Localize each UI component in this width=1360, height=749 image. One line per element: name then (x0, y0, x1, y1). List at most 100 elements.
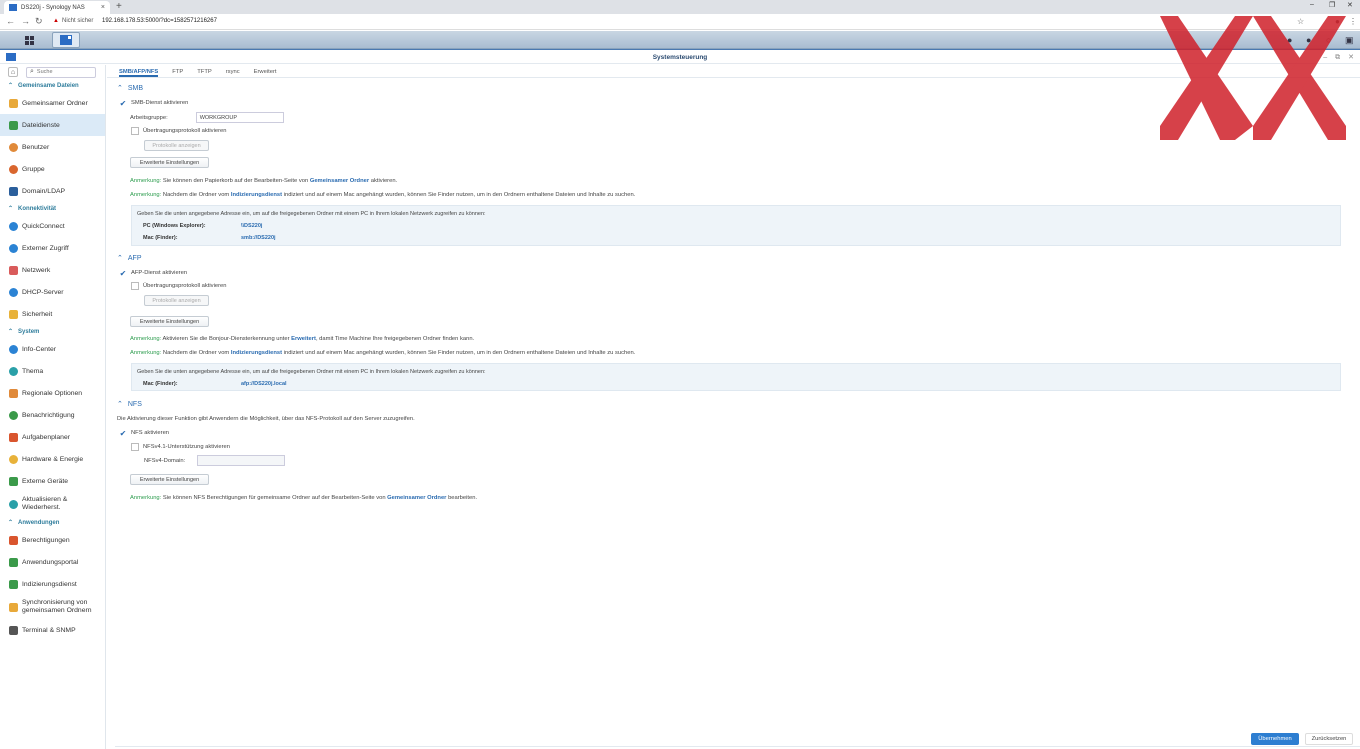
nfsv41-label: NFSv4.1-Unterstützung aktivieren (143, 444, 230, 450)
indexing-service-link[interactable]: Indizierungsdienst (231, 350, 282, 356)
control-panel-taskbar-button[interactable] (52, 32, 80, 48)
nfsv41-checkbox[interactable] (131, 443, 139, 451)
tab-smb-afp-nfs[interactable]: SMB/AFP/NFS (119, 65, 159, 77)
sidebar-item-label: Indizierungsdienst (22, 580, 77, 588)
main-panel: SMB/AFP/NFS FTP TFTP rsync Erweitert ⌃ SM… (107, 65, 1360, 749)
sidebar-item-hardware-power[interactable]: Hardware & Energie (0, 448, 105, 470)
sidebar-item-group[interactable]: Gruppe (0, 158, 105, 180)
search-icon[interactable]: ○ (1326, 35, 1331, 45)
advanced-link[interactable]: Erweitert (291, 336, 316, 342)
mac-address: smb://DS220j (241, 235, 276, 241)
sidebar-item-dhcp-server[interactable]: DHCP-Server (0, 281, 105, 303)
sidebar-item-quickconnect[interactable]: QuickConnect (0, 215, 105, 237)
apply-button[interactable]: Übernehmen (1251, 733, 1299, 745)
section-label: System (18, 328, 40, 335)
profile-icon[interactable]: ● (1335, 17, 1340, 26)
reload-icon[interactable]: ↻ (35, 16, 43, 27)
menu-icon[interactable]: ⋮ (1349, 17, 1357, 26)
section-applications[interactable]: ⌃ Anwendungen (0, 516, 105, 529)
sidebar-item-security[interactable]: Sicherheit (0, 303, 105, 325)
tab-rsync[interactable]: rsync (226, 65, 240, 77)
sidebar-item-task-scheduler[interactable]: Aufgabenplaner (0, 426, 105, 448)
quickconnect-icon (9, 221, 18, 231)
browser-tab[interactable]: DS220j - Synology NAS × (4, 1, 110, 14)
shield-icon (9, 309, 18, 319)
address-bar: ← → ↻ ▲ Nicht sicher 192.168.178.53:5000… (0, 14, 1360, 30)
sidebar-item-info-center[interactable]: Info-Center (0, 338, 105, 360)
sidebar-item-shared-folder[interactable]: Gemeinsamer Ordner (0, 92, 105, 114)
reset-button[interactable]: Zurücksetzen (1305, 733, 1353, 745)
tab-tftp[interactable]: TFTP (197, 65, 212, 77)
workgroup-input[interactable]: WORKGROUP (195, 112, 284, 123)
afp-show-logs-button[interactable]: Protokolle anzeigen (144, 295, 209, 306)
bookmark-star-icon[interactable]: ☆ (1297, 17, 1304, 26)
section-label: Anwendungen (18, 519, 60, 526)
url-field[interactable]: 192.168.178.53:5000/?dc=1582571216267 (102, 18, 217, 24)
notifications-icon[interactable]: ● (1287, 35, 1292, 45)
indexing-service-link[interactable]: Indizierungsdienst (231, 192, 282, 198)
main-menu-button[interactable] (12, 32, 46, 48)
shared-folder-link[interactable]: Gemeinsamer Ordner (387, 495, 446, 501)
new-tab-button[interactable]: + (116, 1, 122, 12)
section-shared-files[interactable]: ⌃ Gemeinsame Dateien (0, 79, 105, 92)
widgets-icon[interactable]: ▣ (1345, 35, 1354, 46)
sidebar-item-user[interactable]: Benutzer (0, 136, 105, 158)
smb-log-checkbox[interactable] (131, 127, 139, 135)
sidebar-item-regional-options[interactable]: Regionale Optionen (0, 382, 105, 404)
sidebar-item-file-services[interactable]: Dateidienste (0, 114, 105, 136)
back-icon[interactable]: ← (6, 16, 15, 26)
sidebar-item-update-restore[interactable]: Aktualisieren & Wiederherst. (0, 492, 105, 516)
sidebar-item-external-access[interactable]: Externer Zugriff (0, 237, 105, 259)
smb-heading: SMB (127, 84, 144, 92)
sidebar-item-shared-folder-sync[interactable]: Synchronisierung von gemeinsamen Ordnern (0, 595, 105, 619)
smb-show-logs-button[interactable]: Protokolle anzeigen (144, 140, 209, 151)
sidebar-search-input[interactable] (36, 69, 89, 75)
sidebar-item-indexing-service[interactable]: Indizierungsdienst (0, 573, 105, 595)
window-minimize-icon[interactable]: – (1323, 54, 1327, 61)
domain-icon (9, 186, 18, 196)
window-close-icon[interactable]: ✕ (1348, 54, 1354, 61)
smb-advanced-button[interactable]: Erweiterte Einstellungen (130, 157, 209, 168)
nfs-enable-checkbox[interactable]: ✔ (119, 429, 127, 437)
nfs-domain-input[interactable] (197, 455, 286, 466)
shared-folder-link[interactable]: Gemeinsamer Ordner (310, 178, 369, 184)
section-system[interactable]: ⌃ System (0, 325, 105, 338)
close-window-button[interactable]: ✕ (1347, 1, 1353, 9)
minimize-button[interactable]: – (1310, 1, 1314, 8)
tab-close-icon[interactable]: × (101, 4, 105, 11)
sidebar-item-label: Synchronisierung von gemeinsamen Ordnern (22, 599, 92, 614)
smb-enable-checkbox[interactable]: ✔ (119, 99, 127, 107)
nfs-enable-label: NFS aktivieren (131, 430, 170, 436)
security-label[interactable]: Nicht sicher (62, 18, 93, 24)
sidebar-item-external-devices[interactable]: Externe Geräte (0, 470, 105, 492)
home-icon[interactable]: ⌂ (8, 67, 18, 77)
sidebar-item-theme[interactable]: Thema (0, 360, 105, 382)
scheduler-icon (9, 432, 18, 442)
afp-enable-checkbox[interactable]: ✔ (119, 269, 127, 277)
note-text: indiziert und auf einem Mac angehängt wu… (282, 350, 636, 356)
sidebar-item-domain-ldap[interactable]: Domain/LDAP (0, 180, 105, 202)
user-icon[interactable]: ● (1306, 35, 1311, 45)
sidebar-item-terminal-snmp[interactable]: Terminal & SNMP (0, 619, 105, 641)
pc-address: \\DS220j (241, 223, 263, 229)
warning-icon[interactable]: ▲ (53, 18, 59, 24)
afp-advanced-button[interactable]: Erweiterte Einstellungen (130, 316, 209, 327)
afp-log-checkbox[interactable] (131, 282, 139, 290)
section-connectivity[interactable]: ⌃ Konnektivität (0, 202, 105, 215)
sidebar-item-network[interactable]: Netzwerk (0, 259, 105, 281)
sidebar-item-permissions[interactable]: Berechtigungen (0, 529, 105, 551)
nfs-advanced-button[interactable]: Erweiterte Einstellungen (130, 474, 209, 485)
smb-section-header[interactable]: ⌃ SMB (117, 84, 144, 93)
tab-ftp[interactable]: FTP (172, 65, 183, 77)
forward-icon[interactable]: → (21, 16, 30, 26)
maximize-button[interactable]: ❐ (1329, 1, 1335, 9)
tab-advanced[interactable]: Erweitert (254, 65, 277, 77)
search-box[interactable]: ⌕ (26, 66, 96, 78)
window-restore-icon[interactable]: ⧉ (1335, 54, 1340, 61)
afp-section-header[interactable]: ⌃ AFP (117, 254, 142, 263)
sidebar-item-application-portal[interactable]: Anwendungsportal (0, 551, 105, 573)
sidebar-item-notification[interactable]: Benachrichtigung (0, 404, 105, 426)
nfs-section-header[interactable]: ⌃ NFS (117, 400, 142, 409)
note-label: Anmerkung: (130, 350, 162, 356)
sidebar-item-label: Terminal & SNMP (22, 626, 76, 634)
